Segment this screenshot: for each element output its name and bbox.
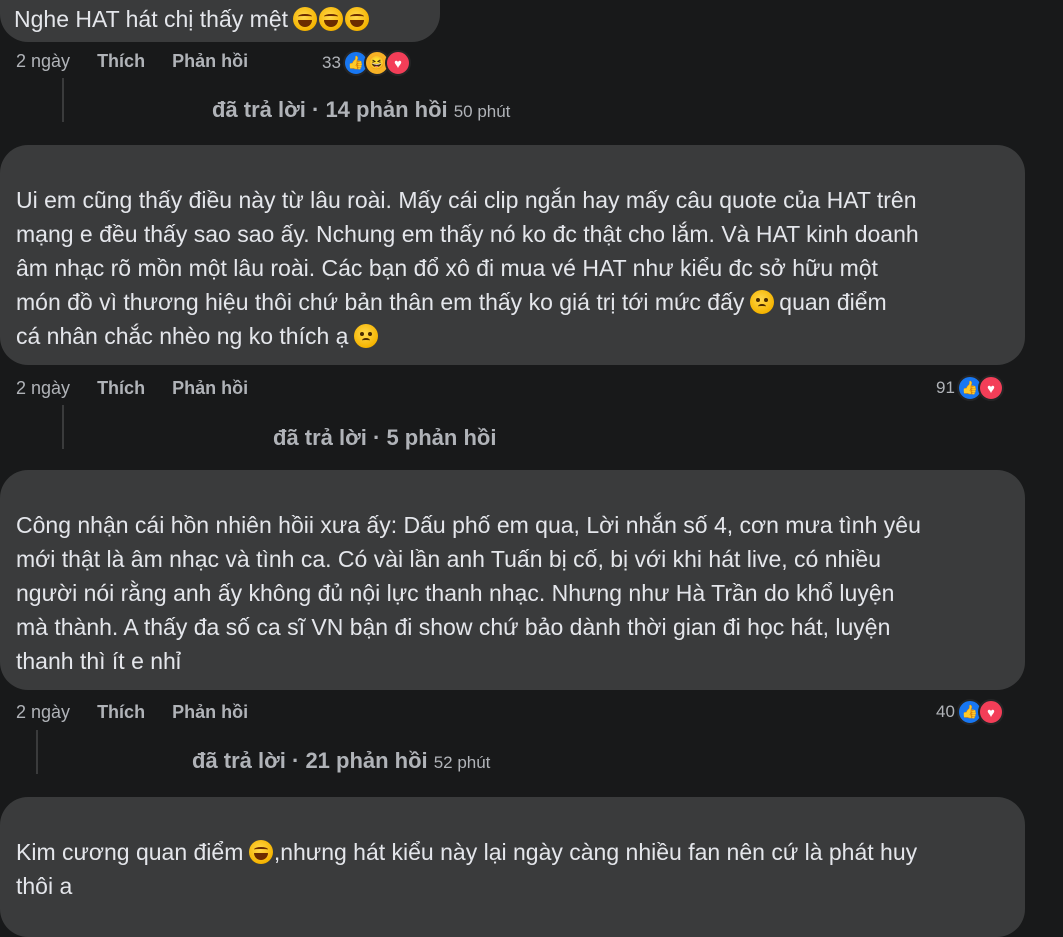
love-icon: ♥ <box>977 375 1004 401</box>
like-button[interactable]: Thích <box>97 51 145 71</box>
view-replies-link-1[interactable]: đã trả lời · 14 phản hồi 50 phút <box>212 97 510 123</box>
comment-bubble-4: Kim cương quan điểm ,nhưng hát kiểu này … <box>0 797 1025 937</box>
sad-emoji-icon <box>749 290 774 314</box>
comment-meta-3: 2 ngày Thích Phản hồi <box>16 702 270 723</box>
replies-time: 52 phút <box>433 753 491 772</box>
reaction-count: 91 <box>936 378 955 397</box>
reaction-count: 40 <box>936 702 955 721</box>
laughing-emoji-icon <box>319 7 344 31</box>
comment-time: 2 ngày <box>16 702 71 722</box>
reaction-summary-3[interactable]: 40 👍 ♥ <box>936 699 1004 725</box>
view-replies-link-2[interactable]: đã trả lời · 5 phản hồi <box>273 425 502 451</box>
like-button[interactable]: Thích <box>97 378 145 398</box>
view-replies-link-3[interactable]: đã trả lời · 21 phản hồi 52 phút <box>192 748 490 774</box>
comment-bubble-1: Nghe HAT hát chị thấy mệt <box>0 0 440 42</box>
replies-time: 50 phút <box>453 102 511 121</box>
reaction-summary-1[interactable]: 33 👍 😆 ♥ <box>322 50 411 76</box>
comment-meta-2: 2 ngày Thích Phản hồi <box>16 378 270 399</box>
reaction-summary-2[interactable]: 91 👍 ♥ <box>936 375 1004 401</box>
comment-text: Công nhận cái hồn nhiên hồii xưa ấy: Dấu… <box>16 512 921 674</box>
comment-meta-1: 2 ngày Thích Phản hồi <box>16 51 270 72</box>
reply-button[interactable]: Phản hồi <box>172 51 248 71</box>
like-button[interactable]: Thích <box>97 702 145 722</box>
reply-button[interactable]: Phản hồi <box>172 378 248 398</box>
laughing-emoji-icon <box>345 7 370 31</box>
replies-summary: đã trả lời · 14 phản hồi <box>212 97 448 122</box>
comment-text: Nghe HAT hát chị thấy mệt <box>14 6 289 32</box>
thread-line <box>62 78 64 122</box>
love-icon: ♥ <box>977 699 1004 725</box>
love-icon: ♥ <box>384 50 411 76</box>
thread-line <box>36 730 38 774</box>
laughing-emoji-icon <box>248 840 273 864</box>
comment-bubble-2: Ui em cũng thấy điều này từ lâu roài. Mấ… <box>0 145 1025 365</box>
replies-summary: đã trả lời · 21 phản hồi <box>192 748 428 773</box>
reaction-count: 33 <box>322 53 341 72</box>
comment-time: 2 ngày <box>16 378 71 398</box>
comment-text: Kim cương quan điểm <box>16 839 244 865</box>
sad-emoji-icon <box>353 324 378 348</box>
replies-summary: đã trả lời · 5 phản hồi <box>273 425 497 450</box>
laughing-emoji-icon <box>293 7 318 31</box>
reply-button[interactable]: Phản hồi <box>172 702 248 722</box>
thread-line <box>62 405 64 449</box>
comment-time: 2 ngày <box>16 51 71 71</box>
comment-bubble-3: Công nhận cái hồn nhiên hồii xưa ấy: Dấu… <box>0 470 1025 690</box>
